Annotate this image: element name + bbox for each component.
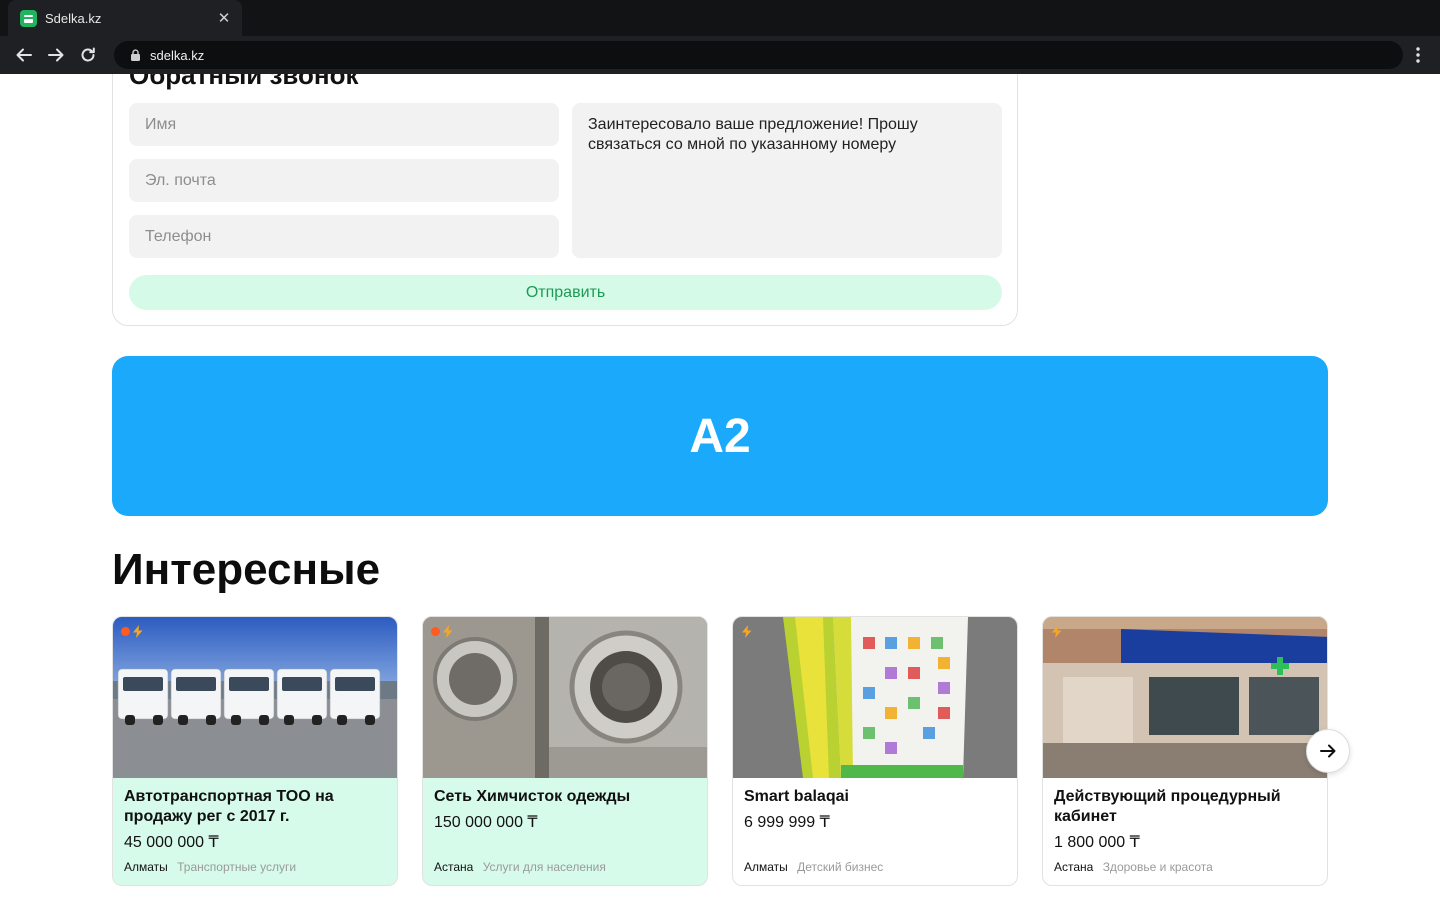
tab-strip: Sdelka.kz ✕ — [0, 0, 1440, 36]
listing-badges — [1051, 625, 1063, 638]
listing-meta: Алматы Транспортные услуги — [124, 859, 296, 875]
browser-chrome: Sdelka.kz ✕ sdelka.kz — [0, 0, 1440, 74]
callback-form-card: Обратный звонок Отправить — [112, 30, 1018, 326]
back-button[interactable] — [8, 39, 40, 71]
top-badge-icon — [121, 627, 130, 636]
listing-city: Алматы — [124, 860, 168, 874]
listing-badges — [431, 625, 454, 638]
name-input[interactable] — [129, 103, 559, 146]
lightning-icon — [132, 625, 144, 638]
listing-image — [423, 617, 707, 778]
listing-image — [113, 617, 397, 778]
address-bar[interactable]: sdelka.kz — [114, 41, 1403, 69]
banner-label: A2 — [689, 409, 751, 463]
listing-category: Здоровье и красота — [1102, 860, 1213, 874]
carousel-next-button[interactable] — [1306, 729, 1350, 773]
listing-city: Алматы — [744, 860, 788, 874]
clinic-storefront-photo — [1043, 617, 1327, 778]
listing-title: Сеть Химчисток одежды — [434, 788, 631, 805]
listing-title: Действующий процедурный кабинет — [1054, 788, 1281, 825]
arrow-right-icon — [1320, 744, 1336, 758]
reload-icon — [81, 47, 95, 62]
phone-input[interactable] — [129, 215, 559, 258]
listing-image — [1043, 617, 1327, 778]
listing-category: Услуги для населения — [482, 860, 606, 874]
listing-meta: Астана Услуги для населения — [434, 859, 606, 875]
trucks-photo — [113, 617, 397, 778]
lightning-icon — [1051, 625, 1063, 638]
lightning-icon — [442, 625, 454, 638]
url-text: sdelka.kz — [150, 47, 205, 63]
listing-city: Астана — [1054, 860, 1094, 874]
top-badge-icon — [431, 627, 440, 636]
browser-menu-button[interactable] — [1404, 41, 1432, 69]
more-vertical-icon — [1416, 47, 1420, 63]
listing-meta: Астана Здоровье и красота — [1054, 859, 1213, 875]
listing-price: 6 999 999 ₸ — [744, 814, 830, 831]
lightning-icon — [741, 625, 753, 638]
section-title: Интересные — [112, 545, 381, 594]
listing-price: 150 000 000 ₸ — [434, 814, 538, 831]
listing-badges — [121, 625, 144, 638]
listing-meta: Алматы Детский бизнес — [744, 859, 883, 875]
lock-icon — [130, 49, 141, 61]
listing-card[interactable]: Автотранспортная ТОО на продажу рег с 20… — [112, 616, 398, 886]
listing-price: 45 000 000 ₸ — [124, 834, 219, 851]
listing-badges — [741, 625, 753, 638]
close-tab-icon[interactable]: ✕ — [216, 9, 232, 27]
listing-city: Астана — [434, 860, 474, 874]
listing-title: Автотранспортная ТОО на продажу рег с 20… — [124, 788, 334, 825]
arrow-right-icon — [48, 48, 64, 62]
forward-button[interactable] — [40, 39, 72, 71]
email-input[interactable] — [129, 159, 559, 202]
arrow-left-icon — [16, 48, 32, 62]
message-textarea[interactable] — [572, 103, 1002, 258]
ad-banner[interactable]: A2 — [112, 356, 1328, 516]
listing-image — [733, 617, 1017, 778]
reload-button[interactable] — [72, 39, 104, 71]
washing-machines-photo — [423, 617, 707, 778]
listing-card[interactable]: Действующий процедурный кабинет 1 800 00… — [1042, 616, 1328, 886]
submit-button[interactable]: Отправить — [129, 275, 1002, 310]
listing-title: Smart balaqai — [744, 788, 849, 805]
listing-card[interactable]: Сеть Химчисток одежды 150 000 000 ₸ Аста… — [422, 616, 708, 886]
sdelka-favicon-icon — [20, 9, 37, 27]
listing-category: Детский бизнес — [797, 860, 884, 874]
listing-category: Транспортные услуги — [177, 860, 297, 874]
listing-price: 1 800 000 ₸ — [1054, 834, 1140, 851]
browser-tab[interactable]: Sdelka.kz ✕ — [8, 0, 242, 36]
educational-board-photo — [733, 617, 1017, 778]
listing-card[interactable]: Smart balaqai 6 999 999 ₸ Алматы Детский… — [732, 616, 1018, 886]
browser-toolbar: sdelka.kz — [0, 36, 1440, 74]
tab-title: Sdelka.kz — [45, 10, 102, 26]
